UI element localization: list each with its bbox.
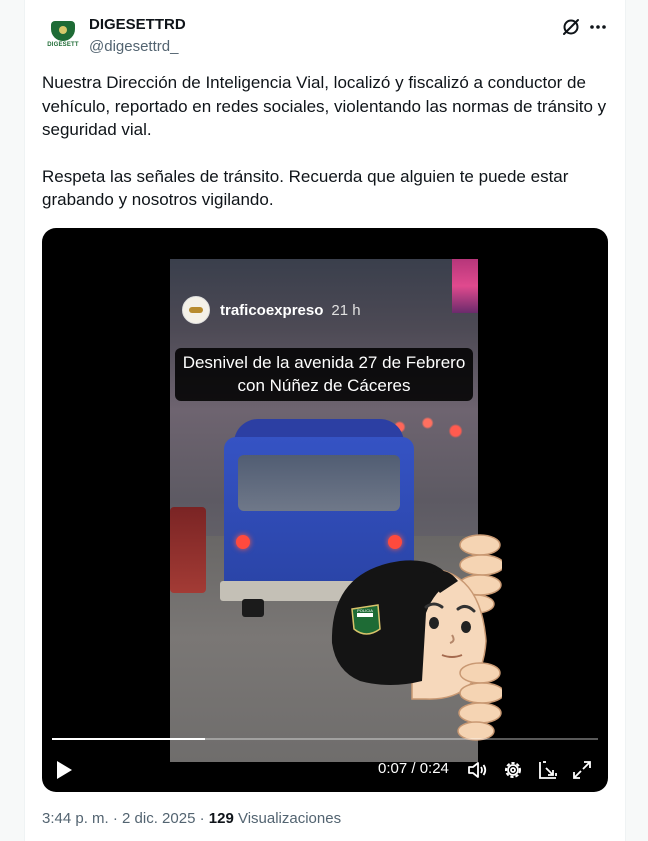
bus-rear-window	[238, 455, 400, 511]
story-time: 21 h	[331, 301, 361, 319]
author-handle[interactable]: @digesettrd_	[89, 38, 178, 55]
police-mascot-sticker: POLICIA	[331, 534, 502, 741]
badge-text: POLICIA	[357, 608, 373, 613]
video-progress-bar[interactable]	[52, 738, 598, 740]
story-account: traficoexpreso	[220, 301, 324, 319]
fullscreen-icon[interactable]	[570, 758, 594, 782]
caption-line: con Núñez de Cáceres	[237, 376, 411, 395]
video-time: 0:07 / 0:24	[378, 760, 449, 777]
popout-icon[interactable]	[536, 758, 560, 782]
tweet-meta: 3:44 p. m. · 2 dic. 2025 · 129 Visualiza…	[42, 810, 341, 827]
video-progress-fill	[52, 738, 205, 740]
author-name[interactable]: DIGESETTRD	[89, 16, 186, 33]
more-icon[interactable]	[587, 16, 609, 38]
grok-icon[interactable]	[560, 16, 582, 38]
author-avatar[interactable]: DIGESETT	[43, 14, 83, 54]
video-player[interactable]: traficoexpreso 21 h Desnivel de la aveni…	[42, 228, 608, 792]
bus-wheel	[242, 599, 264, 617]
tweet-timestamp[interactable]: 3:44 p. m. · 2 dic. 2025 ·	[42, 810, 209, 827]
tweet-text: Nuestra Dirección de Inteligencia Vial, …	[42, 71, 610, 212]
views-count: 129	[208, 810, 234, 827]
tweet-paragraph: Respeta las señales de tránsito. Recuerd…	[42, 166, 569, 210]
tweet-card: DIGESETT DIGESETTRD @digesettrd_ Nuestra…	[24, 0, 626, 841]
avatar-label: DIGESETT	[47, 41, 79, 48]
video-caption: Desnivel de la avenida 27 de Febrero con…	[170, 348, 478, 401]
settings-icon[interactable]	[501, 758, 525, 782]
red-car	[170, 507, 206, 593]
tweet-paragraph: Nuestra Dirección de Inteligencia Vial, …	[42, 73, 607, 139]
story-header: traficoexpreso 21 h	[182, 296, 361, 324]
shield-logo-icon	[51, 20, 75, 41]
caption-line: Desnivel de la avenida 27 de Febrero	[182, 353, 466, 372]
story-avatar	[182, 296, 210, 324]
views-label: Visualizaciones	[233, 810, 342, 827]
neon-sign	[452, 259, 478, 313]
play-icon[interactable]	[52, 758, 76, 782]
volume-icon[interactable]	[465, 758, 489, 782]
bus-taillight	[236, 535, 250, 549]
